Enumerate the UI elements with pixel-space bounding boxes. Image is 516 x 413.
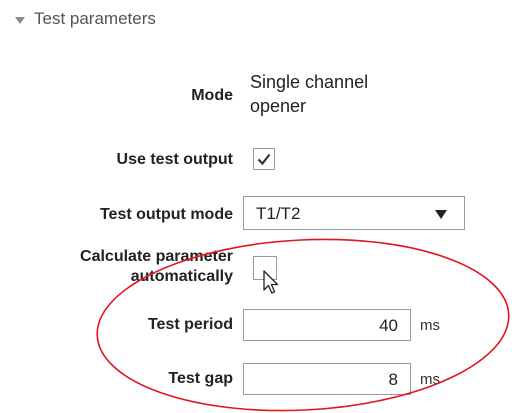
section-header-test-parameters[interactable]: Test parameters <box>15 6 156 32</box>
test-output-mode-select[interactable]: T1/T2 <box>243 196 465 230</box>
calculate-automatically-label-line1: Calculate parameter <box>80 248 233 265</box>
calculate-automatically-label-line2: automatically <box>130 268 233 285</box>
test-output-mode-value: T1/T2 <box>256 204 301 223</box>
checkmark-icon <box>257 153 271 166</box>
triangle-down-icon <box>15 16 25 24</box>
mode-value: Single channel opener <box>250 70 410 118</box>
test-gap-input[interactable]: 8 <box>243 363 411 395</box>
test-period-unit: ms <box>420 317 440 334</box>
test-gap-value: 8 <box>388 370 398 389</box>
calculate-automatically-checkbox[interactable] <box>253 256 277 280</box>
mode-value-line1: Single channel <box>250 72 369 92</box>
use-test-output-checkbox[interactable] <box>253 148 275 170</box>
section-title: Test parameters <box>34 9 156 28</box>
test-period-value: 40 <box>379 316 398 335</box>
mode-label: Mode <box>191 87 233 104</box>
test-gap-unit: ms <box>420 371 440 388</box>
test-period-label: Test period <box>147 316 233 333</box>
mode-value-line2: opener <box>250 96 307 116</box>
test-output-mode-label: Test output mode <box>99 206 233 223</box>
use-test-output-label: Use test output <box>116 151 233 168</box>
chevron-down-icon <box>435 210 447 219</box>
calculate-automatically-label: Calculate parameter automatically <box>80 247 233 287</box>
test-gap-label: Test gap <box>168 370 233 387</box>
test-period-input[interactable]: 40 <box>243 309 411 341</box>
